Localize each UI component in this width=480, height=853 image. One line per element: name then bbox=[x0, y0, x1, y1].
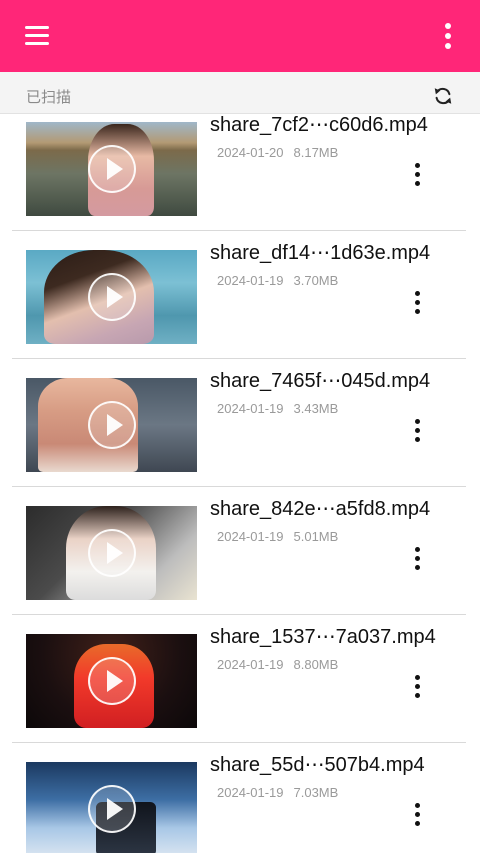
video-meta: 2024-01-19 7.03MB bbox=[217, 785, 338, 800]
video-thumbnail[interactable] bbox=[26, 378, 197, 472]
video-size: 3.43MB bbox=[293, 401, 339, 416]
scan-status-bar: 已扫描 bbox=[0, 72, 480, 114]
video-date: 2024-01-19 bbox=[217, 401, 284, 416]
video-list-item[interactable]: share_df14⋯1d63e.mp4 2024-01-19 3.70MB bbox=[12, 230, 466, 359]
more-vertical-icon[interactable] bbox=[434, 20, 462, 52]
item-more-options-icon[interactable] bbox=[408, 545, 428, 573]
video-meta: 2024-01-19 5.01MB bbox=[217, 529, 338, 544]
play-icon bbox=[88, 273, 136, 321]
video-meta: 2024-01-20 8.17MB bbox=[217, 145, 338, 160]
video-size: 3.70MB bbox=[293, 273, 339, 288]
video-list-item[interactable]: share_7465f⋯045d.mp4 2024-01-19 3.43MB bbox=[12, 358, 466, 487]
video-list-item[interactable]: share_842e⋯a5fd8.mp4 2024-01-19 5.01MB bbox=[12, 486, 466, 615]
video-list: share_7cf2⋯c60d6.mp4 2024-01-20 8.17MB sh… bbox=[0, 114, 480, 853]
video-filename: share_7cf2⋯c60d6.mp4 bbox=[210, 114, 428, 136]
video-size: 7.03MB bbox=[293, 785, 339, 800]
video-size: 8.17MB bbox=[293, 145, 339, 160]
refresh-icon[interactable] bbox=[432, 85, 454, 107]
item-more-options-icon[interactable] bbox=[408, 417, 428, 445]
play-icon bbox=[88, 529, 136, 577]
play-icon bbox=[88, 657, 136, 705]
play-icon bbox=[88, 401, 136, 449]
play-icon bbox=[88, 145, 136, 193]
item-more-options-icon[interactable] bbox=[408, 673, 428, 701]
video-size: 5.01MB bbox=[293, 529, 339, 544]
video-size: 8.80MB bbox=[293, 657, 339, 672]
video-filename: share_1537⋯7a037.mp4 bbox=[210, 626, 436, 648]
scan-status-label: 已扫描 bbox=[26, 89, 72, 106]
video-filename: share_7465f⋯045d.mp4 bbox=[210, 370, 431, 392]
video-filename: share_842e⋯a5fd8.mp4 bbox=[210, 498, 431, 520]
app-bar bbox=[0, 0, 480, 72]
video-list-item[interactable]: share_1537⋯7a037.mp4 2024-01-19 8.80MB bbox=[12, 614, 466, 743]
video-date: 2024-01-19 bbox=[217, 273, 284, 288]
video-thumbnail[interactable] bbox=[26, 506, 197, 600]
video-date: 2024-01-19 bbox=[217, 785, 284, 800]
video-list-item[interactable]: share_7cf2⋯c60d6.mp4 2024-01-20 8.17MB bbox=[12, 114, 466, 231]
hamburger-menu-icon[interactable] bbox=[20, 22, 54, 50]
video-thumbnail[interactable] bbox=[26, 634, 197, 728]
video-thumbnail[interactable] bbox=[26, 250, 197, 344]
item-more-options-icon[interactable] bbox=[408, 161, 428, 189]
video-thumbnail[interactable] bbox=[26, 762, 197, 853]
play-icon bbox=[88, 785, 136, 833]
video-filename: share_df14⋯1d63e.mp4 bbox=[210, 242, 431, 264]
video-filename: share_55d⋯507b4.mp4 bbox=[210, 754, 425, 776]
video-meta: 2024-01-19 8.80MB bbox=[217, 657, 338, 672]
video-meta: 2024-01-19 3.43MB bbox=[217, 401, 338, 416]
video-date: 2024-01-19 bbox=[217, 657, 284, 672]
item-more-options-icon[interactable] bbox=[408, 801, 428, 829]
video-list-item[interactable]: share_55d⋯507b4.mp4 2024-01-19 7.03MB bbox=[12, 742, 466, 853]
video-meta: 2024-01-19 3.70MB bbox=[217, 273, 338, 288]
video-thumbnail[interactable] bbox=[26, 122, 197, 216]
video-date: 2024-01-19 bbox=[217, 529, 284, 544]
video-date: 2024-01-20 bbox=[217, 145, 284, 160]
item-more-options-icon[interactable] bbox=[408, 289, 428, 317]
